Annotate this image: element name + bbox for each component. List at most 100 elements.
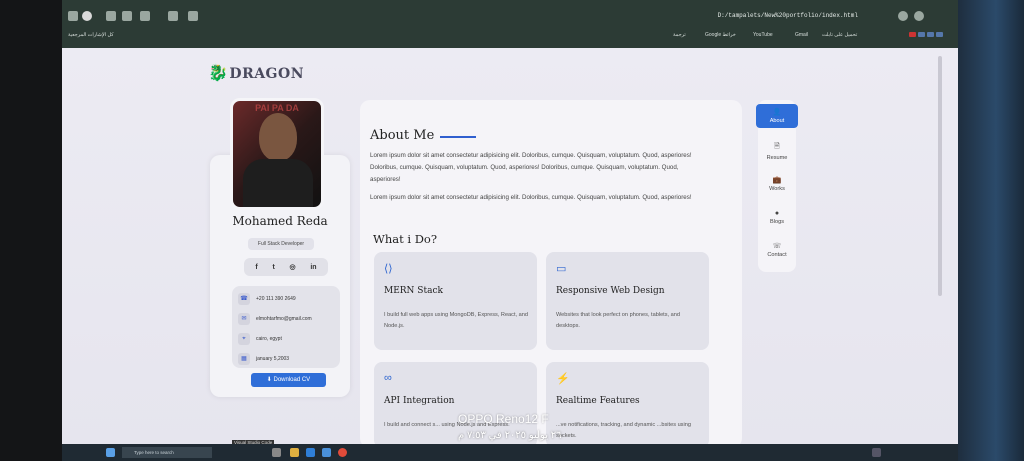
all-bookmarks[interactable]: كل الإشارات المرجعية [68,32,114,38]
calendar-icon: ▦ [238,353,250,365]
extensions-icon[interactable] [122,11,132,21]
bookmark-icon[interactable] [936,32,943,38]
windows-taskbar: Type here to search [62,444,958,461]
nav-label: About [769,118,785,124]
bookmark-icon[interactable] [909,32,916,38]
contact-info: ☎ +20 111 390 2649 ✉ elmohtarfmo@gmail.c… [232,286,340,368]
photo-head [259,113,297,161]
chrome-icon[interactable] [338,448,347,457]
photo-body [243,159,313,207]
menu-icon[interactable] [68,11,78,21]
nav-works[interactable]: 💼 Works [758,176,796,192]
user-icon: 👤 [772,109,782,116]
contact-email[interactable]: elmohtarfmo@gmail.com [256,316,312,322]
code-tab-icon[interactable] [106,11,116,21]
windows-start-icon[interactable] [106,448,115,457]
home-icon[interactable] [898,11,908,21]
nav-resume[interactable]: 🗎 Resume [758,142,796,161]
bookmark-item[interactable]: Gmail [795,32,808,38]
code-icon: ⟨⟩ [384,263,393,275]
profile-role-badge: Full Stack Developer [248,238,314,250]
briefcase-icon: 💼 [772,177,782,184]
bookmarks-bar: كل الإشارات المرجعية تحميل على تابلت Gma… [62,28,958,46]
portfolio-page: 🐉DRAGON PAI PA DA Mohamed Reda Full Stac… [62,48,958,448]
service-description: ...ve notifications, tracking, and dynam… [556,422,691,439]
camera-watermark-date: ٢٦ يوليو ٢٠٢٥ في ٧:٥٣ م [458,430,562,441]
bookmark-item[interactable]: ترجمة [673,32,686,38]
bookmark-item[interactable]: Google خرائط [705,32,736,38]
contact-location: cairo, egypt [256,336,282,342]
facebook-icon[interactable]: f [255,264,257,271]
contact-row-birthday: ▦ january 5,2003 [238,352,289,366]
file-explorer-icon[interactable] [290,448,299,457]
folder-icon[interactable] [140,11,150,21]
bookmark-icon[interactable] [927,32,934,38]
bookmark-item[interactable]: YouTube [753,32,773,38]
dragon-icon: 🐉 [208,63,229,82]
profile-photo: PAI PA DA [230,98,324,210]
service-description: I build full web apps using MongoDB, Exp… [384,312,528,329]
vscode-icon[interactable] [306,448,315,457]
instagram-icon[interactable]: ◎ [290,263,296,271]
contact-row-email: ✉ elmohtarfmo@gmail.com [238,312,312,326]
browser-chrome: D:/tampalets/New%20portfolio/index.html … [62,0,958,48]
download-label: Download CV [273,377,311,383]
service-description: Websites that look perfect on phones, ta… [556,312,680,329]
tab-bar: D:/tampalets/New%20portfolio/index.html [62,6,958,28]
camera-watermark-brand: OPPO Reno12 F [458,412,549,426]
section-nav: 👤 About 🗎 Resume 💼 Works ● Blogs ☏ Contact [756,100,798,272]
bolt-icon: ⚡ [556,373,570,385]
monitor-icon: ▭ [556,263,567,275]
document-icon: 🗎 [774,143,780,150]
profile-name: Mohamed Reda [232,214,328,228]
background-wall [954,0,1024,461]
service-card-responsive: ▭ Responsive Web Design Websites that lo… [546,252,709,350]
service-card-realtime: ⚡ Realtime Features ...ve notifications,… [546,362,709,448]
site-logo[interactable]: 🐉DRAGON [208,63,304,82]
title-underline [440,136,476,138]
profile-icon[interactable] [82,11,92,21]
service-card-mern: ⟨⟩ MERN Stack I build full web apps usin… [374,252,537,350]
taskbar-search[interactable]: Type here to search [122,447,212,458]
contact-birthday: january 5,2003 [256,356,290,362]
about-paragraph-2: Lorem ipsum dolor sit amet consectetur a… [370,194,692,201]
mail-icon: ✉ [238,313,250,325]
link-icon: ∞ [384,372,392,384]
twitter-icon[interactable]: t [272,264,274,271]
contact-phone: +20 111 390 2649 [256,296,296,302]
blog-icon: ● [774,210,780,217]
bookmark-icon[interactable] [918,32,925,38]
nav-blogs[interactable]: ● Blogs [758,210,796,225]
task-view-icon[interactable] [272,448,281,457]
logo-text: DRAGON [229,66,305,82]
copy-icon[interactable] [168,11,178,21]
page-scrollbar[interactable] [938,56,942,296]
star-icon[interactable] [188,11,198,21]
location-icon: ⌖ [238,333,250,345]
services-title: What i Do? [373,232,438,246]
settings-icon[interactable] [914,11,924,21]
bookmark-item[interactable]: تحميل على تابلت [822,32,857,38]
contact-row-phone: ☎ +20 111 390 2649 [238,292,296,306]
download-icon: ⬇ [266,377,274,383]
photo-background-text: PAI PA DA [255,103,299,113]
nav-label: Blogs [770,219,784,225]
about-title: About Me [370,128,435,143]
address-bar[interactable]: D:/tampalets/New%20portfolio/index.html [718,12,858,19]
service-title: Responsive Web Design [556,286,665,296]
service-title: API Integration [384,396,455,406]
linkedin-icon[interactable]: in [310,264,316,271]
edge-icon[interactable] [322,448,331,457]
nav-label: Works [769,186,785,192]
nav-about[interactable]: 👤 About [756,104,798,128]
about-paragraph-1: Lorem ipsum dolor sit amet consectetur a… [370,152,692,183]
phone-icon: ☎ [238,293,250,305]
contact-icon: ☏ [772,243,782,250]
system-tray-icon[interactable] [872,448,881,457]
service-title: Realtime Features [556,396,640,406]
download-cv-button[interactable]: ⬇ Download CV [251,373,326,387]
about-section: About Me Lorem ipsum dolor sit amet cons… [360,100,742,448]
contact-row-location: ⌖ cairo, egypt [238,332,282,346]
nav-label: Resume [766,155,788,161]
nav-contact[interactable]: ☏ Contact [758,242,796,258]
